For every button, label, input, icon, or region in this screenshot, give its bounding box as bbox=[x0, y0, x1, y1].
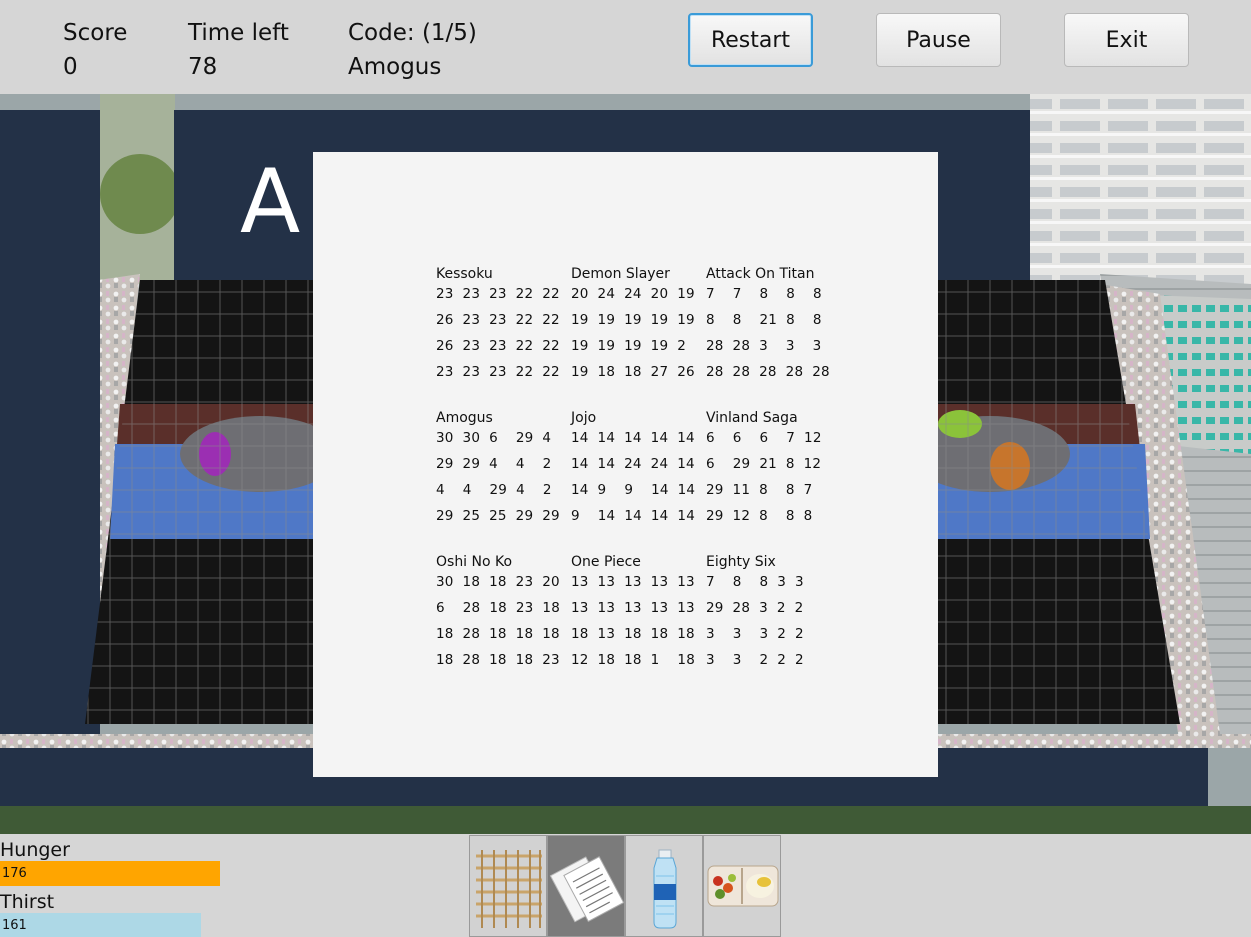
code-group: Oshi No Ko 30 18 18 23 20 6 28 18 23 18 18 … bbox=[436, 554, 571, 668]
time-display: Time left 78 bbox=[188, 16, 289, 84]
code-group-name: Eighty Six bbox=[706, 554, 776, 570]
exit-button[interactable]: Exit bbox=[1064, 13, 1189, 67]
code-group-row: 29 28 3 2 2 bbox=[706, 600, 804, 616]
score-label: Score bbox=[63, 20, 128, 46]
code-group: One Piece 13 13 13 13 13 13 13 13 13 13 18 … bbox=[571, 554, 706, 668]
code-group-row: 18 13 18 18 18 bbox=[571, 626, 695, 642]
code-group-row: 20 24 24 20 19 bbox=[571, 286, 695, 302]
placard-stick-icon bbox=[476, 850, 542, 928]
code-group-name: Kessoku bbox=[436, 266, 493, 282]
thirst-value: 161 bbox=[2, 918, 27, 933]
code-group-row: 7 8 8 3 3 bbox=[706, 574, 804, 590]
code-group-row: 26 23 23 22 22 bbox=[436, 338, 560, 354]
bento-box-icon bbox=[707, 865, 779, 907]
thirst-label: Thirst bbox=[0, 891, 55, 913]
code-group-row: 6 29 21 8 12 bbox=[706, 456, 822, 472]
code-group-name: Oshi No Ko bbox=[436, 554, 513, 570]
hunger-value: 176 bbox=[2, 866, 27, 881]
code-group: Vinland Saga 6 6 6 7 12 6 29 21 8 12 29 11 … bbox=[706, 410, 841, 524]
code-group-name: Amogus bbox=[436, 410, 493, 426]
code-group-row: 13 13 13 13 13 bbox=[571, 600, 695, 616]
code-group: Kessoku 23 23 23 22 22 26 23 23 22 22 26 23… bbox=[436, 266, 571, 380]
code-display: Code: (1/5) Amogus bbox=[348, 16, 477, 84]
code-group-row: 3 3 2 2 2 bbox=[706, 652, 804, 668]
code-group-row: 19 18 18 27 26 bbox=[571, 364, 695, 380]
code-group-name: Demon Slayer bbox=[571, 266, 670, 282]
code-group-row: 14 14 14 14 14 bbox=[571, 430, 695, 446]
code-group-row: 6 28 18 23 18 bbox=[436, 600, 561, 616]
thirst-bar: 161 bbox=[0, 913, 201, 937]
code-group-name: Attack On Titan bbox=[706, 266, 815, 282]
code-group-row: 4 4 29 4 2 bbox=[436, 482, 552, 498]
code-group-row: 13 13 13 13 13 bbox=[571, 574, 695, 590]
code-group-row: 23 23 23 22 22 bbox=[436, 286, 560, 302]
code-group-row: 8 8 21 8 8 bbox=[706, 312, 822, 328]
code-group-row: 23 23 23 22 22 bbox=[436, 364, 560, 380]
code-group: Eighty Six 7 8 8 3 3 29 28 3 2 2 3 3 3 2 2 3… bbox=[706, 554, 841, 668]
inventory-slot-code-sheet[interactable] bbox=[547, 835, 625, 937]
score-value: 0 bbox=[63, 54, 78, 80]
code-group-row: 30 30 6 29 4 bbox=[436, 430, 552, 446]
pause-button[interactable]: Pause bbox=[876, 13, 1001, 67]
code-group-row: 19 19 19 19 19 bbox=[571, 312, 695, 328]
code-group-row: 30 18 18 23 20 bbox=[436, 574, 560, 590]
code-sheet-panel: Kessoku 23 23 23 22 22 26 23 23 22 22 26 23… bbox=[313, 152, 938, 777]
water-bottle-icon bbox=[653, 849, 677, 929]
code-group-row: 28 28 3 3 3 bbox=[706, 338, 822, 354]
code-group-row: 14 9 9 14 14 bbox=[571, 482, 696, 498]
code-group-row: 29 11 8 8 7 bbox=[706, 482, 813, 498]
code-group: Attack On Titan 7 7 8 8 8 8 8 21 8 8 28 28 … bbox=[706, 266, 841, 380]
code-group: Amogus 30 30 6 29 4 29 29 4 4 2 4 4 29 4 2 2… bbox=[436, 410, 571, 524]
code-group-row: 7 7 8 8 8 bbox=[706, 286, 822, 302]
code-group-row: 26 23 23 22 22 bbox=[436, 312, 560, 328]
time-label: Time left bbox=[188, 20, 289, 46]
code-group-name: Jojo bbox=[571, 410, 597, 426]
code-group-row: 29 29 4 4 2 bbox=[436, 456, 552, 472]
score-display: Score 0 bbox=[63, 16, 127, 84]
hunger-bar: 176 bbox=[0, 861, 220, 886]
restart-button[interactable]: Restart bbox=[688, 13, 813, 67]
inventory-slot-water[interactable] bbox=[625, 835, 703, 937]
code-group-row: 14 14 24 24 14 bbox=[571, 456, 695, 472]
hunger-label: Hunger bbox=[0, 839, 70, 861]
code-value: Amogus bbox=[348, 54, 442, 80]
inventory-slot-placard[interactable] bbox=[469, 835, 547, 937]
code-group: Jojo 14 14 14 14 14 14 14 24 24 14 14 9 9 1… bbox=[571, 410, 706, 524]
code-group-row: 29 12 8 8 8 bbox=[706, 508, 813, 524]
code-group-row: 6 6 6 7 12 bbox=[706, 430, 822, 446]
code-group: Demon Slayer 20 24 24 20 19 19 19 19 19 19… bbox=[571, 266, 706, 380]
top-bar: Score 0 Time left 78 Code: (1/5) Amogus … bbox=[0, 0, 1251, 94]
code-group-row: 28 28 28 28 28 bbox=[706, 364, 830, 380]
code-group-name: One Piece bbox=[571, 554, 641, 570]
code-group-row: 19 19 19 19 2 bbox=[571, 338, 687, 354]
time-value: 78 bbox=[188, 54, 218, 80]
code-group-row: 12 18 18 1 18 bbox=[571, 652, 696, 668]
code-group-row: 3 3 3 2 2 bbox=[706, 626, 804, 642]
code-group-row: 29 25 25 29 29 bbox=[436, 508, 560, 524]
inventory-slot-bento[interactable] bbox=[703, 835, 781, 937]
code-label: Code: (1/5) bbox=[348, 20, 477, 46]
bottom-bar: Hunger 176 Thirst 161 bbox=[0, 834, 1251, 937]
code-group-row: 18 28 18 18 18 bbox=[436, 626, 560, 642]
code-group-row: 9 14 14 14 14 bbox=[571, 508, 696, 524]
code-sheet-icon bbox=[549, 856, 624, 923]
code-group-row: 18 28 18 18 23 bbox=[436, 652, 560, 668]
code-group-name: Vinland Saga bbox=[706, 410, 798, 426]
